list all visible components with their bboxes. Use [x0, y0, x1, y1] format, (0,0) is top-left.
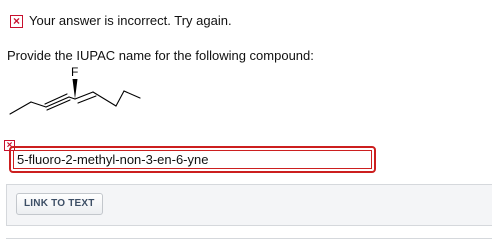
atom-label-f: F	[71, 65, 78, 79]
feedback-row: × Your answer is incorrect. Try again.	[10, 13, 232, 29]
link-to-text-button[interactable]: LINK TO TEXT	[16, 193, 103, 215]
bond	[68, 96, 76, 100]
wedge-bond	[72, 79, 78, 99]
bond	[123, 90, 141, 99]
feedback-message: Your answer is incorrect. Try again.	[29, 13, 232, 28]
bond	[115, 90, 125, 107]
bond	[92, 91, 117, 107]
resources-panel: LINK TO TEXT	[6, 184, 492, 226]
x-mark-icon: ×	[10, 14, 23, 28]
bond	[9, 101, 32, 115]
answer-error-outline	[9, 146, 376, 173]
bond	[30, 101, 47, 108]
molecule-structure: F	[9, 65, 141, 115]
answer-input[interactable]	[13, 150, 372, 169]
divider	[6, 238, 492, 239]
